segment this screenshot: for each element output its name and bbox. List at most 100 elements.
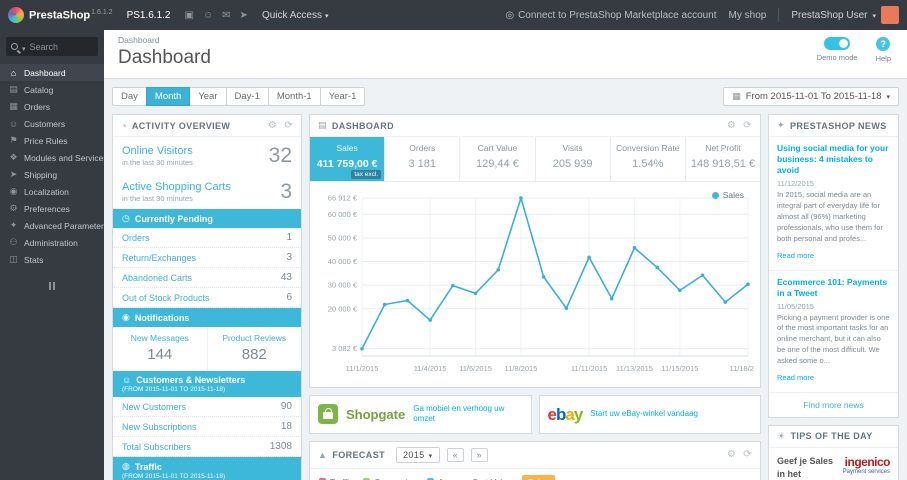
gear-icon[interactable] — [727, 120, 736, 131]
sidebar-item-localization[interactable]: ◉ Localization — [0, 183, 104, 200]
ebay-link[interactable]: Start uw eBay-winkel vandaag — [590, 409, 698, 419]
forecast-year-select[interactable]: 2015 — [396, 446, 440, 463]
chart-legend-sales[interactable]: Sales — [711, 190, 744, 200]
cart-icon[interactable]: ▣ — [184, 10, 193, 21]
sidebar-item-modules[interactable]: ❖ Modules and Services — [0, 149, 104, 166]
section-title: Traffic — [134, 461, 162, 472]
online-visitors-sub: in the last 30 minutes — [122, 158, 193, 167]
sidebar-item-stats[interactable]: ◫ Stats — [0, 251, 104, 268]
breadcrumb[interactable]: Dashboard — [118, 35, 893, 45]
sidebar-search[interactable] — [6, 37, 98, 56]
kpi-label: Cart Value — [477, 143, 518, 153]
kpi-sales[interactable]: Sales 411 759,00 € tax excl. — [310, 137, 386, 181]
quick-access-label: Quick Access — [261, 9, 322, 21]
sidebar-item-advanced-parameters[interactable]: ✦ Advanced Parameters — [0, 217, 104, 234]
sidebar-item-label: Preferences — [24, 203, 70, 214]
gear-icon[interactable] — [268, 120, 277, 131]
refresh-icon[interactable] — [743, 120, 752, 131]
sidebar-collapse-button[interactable] — [45, 282, 59, 290]
ebay-letter: e — [547, 404, 558, 424]
marketplace-link[interactable]: ◎ Connect to PrestaShop Marketplace acco… — [505, 10, 716, 21]
find-more-news-link[interactable]: Find more news — [769, 393, 898, 417]
news-item-title[interactable]: Ecommerce 101: Payments in a Tweet — [777, 277, 890, 299]
quick-access-menu[interactable]: Quick Access — [262, 10, 329, 21]
svg-text:11/6/2015: 11/6/2015 — [459, 364, 492, 373]
sidebar-item-catalog[interactable]: ▤ Catalog — [0, 81, 104, 98]
prestashop-logo-icon[interactable] — [8, 7, 24, 23]
kpi-orders[interactable]: Orders 3 181 — [385, 137, 461, 181]
svg-text:11/1/2015: 11/1/2015 — [346, 364, 379, 373]
rocket-icon[interactable]: ➤ — [240, 10, 248, 21]
abandoned-carts-link[interactable]: Abandoned Carts — [122, 273, 192, 283]
range-button-year[interactable]: Year — [189, 87, 227, 106]
range-button-month[interactable]: Month — [145, 87, 191, 106]
sidebar-item-dashboard[interactable]: ⌂ Dashboard — [0, 64, 104, 81]
kpi-net-profit[interactable]: Net Profit 148 918,51 € — [686, 137, 760, 181]
customers-icon: ☺ — [122, 375, 132, 385]
sidebar-item-label: Stats — [24, 254, 44, 265]
read-more-link[interactable]: Read more — [777, 373, 814, 382]
active-carts-link[interactable]: Active Shopping Carts — [122, 181, 231, 193]
news-item-excerpt: Picking a payment provider is one of the… — [777, 312, 890, 366]
search-input[interactable] — [29, 41, 86, 52]
sidebar-item-preferences[interactable]: ⚙ Preferences — [0, 200, 104, 217]
range-button-year-1[interactable]: Year-1 — [319, 87, 366, 106]
demo-mode-label: Demo mode — [816, 53, 858, 62]
shopgate-logo-icon — [318, 404, 338, 425]
customers-icon[interactable]: ☺ — [203, 10, 213, 21]
messages-icon[interactable]: ✉ — [222, 10, 230, 21]
news-item-title[interactable]: Using social media for your business: 4 … — [777, 143, 890, 176]
section-title: Currently Pending — [134, 213, 213, 224]
pending-orders-link[interactable]: Orders — [122, 233, 150, 243]
sidebar-item-shipping[interactable]: ➤ Shipping — [0, 166, 104, 183]
page-header: Dashboard Dashboard Demo mode ? Help — [104, 30, 907, 79]
forecast-legend: Traffic Conversion Average Cart Value Sa… — [310, 469, 760, 480]
out-of-stock-link[interactable]: Out of Stock Products — [122, 293, 210, 303]
svg-text:11/4/2015: 11/4/2015 — [414, 364, 447, 373]
refresh-icon[interactable] — [284, 120, 293, 131]
total-subscribers-link[interactable]: Total Subscribers — [122, 442, 191, 452]
range-button-month-1[interactable]: Month-1 — [267, 87, 321, 106]
range-button-day-1[interactable]: Day-1 — [225, 87, 269, 106]
user-menu[interactable]: PrestaShop User — [791, 6, 899, 24]
topbar-icons: ▣ ☺ ✉ ➤ — [184, 10, 247, 21]
toggle-switch-icon[interactable] — [824, 37, 851, 50]
news-item-excerpt: In 2015, social media are an integral pa… — [777, 190, 883, 243]
kpi-conversion-rate[interactable]: Conversion Rate 1.54% — [611, 137, 686, 181]
demo-mode-toggle[interactable]: Demo mode — [817, 37, 858, 63]
shopgate-module-panel: Shopgate Ga mobiel en verhoog uw omzet — [309, 395, 532, 434]
help-button[interactable]: ? Help — [876, 37, 891, 63]
shopgate-link[interactable]: Ga mobiel en verhoog uw omzet — [413, 404, 522, 425]
returns-link[interactable]: Return/Exchanges — [122, 253, 196, 263]
activity-overview-panel: ◔ ACTIVITY OVERVIEW Online Visitors in t… — [112, 114, 302, 480]
sidebar-item-orders[interactable]: ▦ Orders — [0, 98, 104, 115]
sidebar-item-administration[interactable]: ⚇ Administration — [0, 234, 104, 251]
sidebar-nav: ⌂ Dashboard ▤ Catalog ▦ Orders ☺ Customers ⚑… — [0, 64, 104, 268]
new-subscriptions-link[interactable]: New Subscriptions — [122, 422, 197, 432]
out-of-stock-value: 6 — [286, 292, 292, 303]
sidebar-item-customers[interactable]: ☺ Customers — [0, 115, 104, 132]
ingenico-logo[interactable]: ingenico Payment services — [843, 455, 891, 480]
sidebar-item-label: Shipping — [24, 169, 58, 180]
refresh-icon[interactable] — [743, 449, 752, 460]
next-year-button[interactable] — [470, 447, 488, 462]
forecast-legend-sales[interactable]: Sales — [521, 474, 555, 480]
chevron-down-icon[interactable] — [22, 38, 26, 56]
my-shop-link[interactable]: My shop — [729, 10, 767, 21]
online-visitors-link[interactable]: Online Visitors — [122, 145, 193, 157]
new-messages-link[interactable]: New Messages — [117, 333, 203, 343]
new-customers-link[interactable]: New Customers — [122, 402, 186, 412]
svg-text:11/13/2015: 11/13/2015 — [616, 364, 653, 373]
previous-year-button[interactable] — [446, 447, 464, 462]
product-reviews-link[interactable]: Product Reviews — [212, 333, 298, 343]
range-button-day[interactable]: Day — [112, 87, 147, 106]
read-more-link[interactable]: Read more — [777, 251, 814, 260]
kpi-visits[interactable]: Visits 205 939 — [536, 137, 611, 181]
gear-icon[interactable] — [727, 449, 736, 460]
sidebar-item-price-rules[interactable]: ⚑ Price Rules — [0, 132, 104, 149]
kpi-cart-value[interactable]: Cart Value 129,44 € — [460, 137, 536, 181]
page-title: Dashboard — [118, 47, 211, 68]
date-range-picker[interactable]: ▦ From 2015-11-01 To 2015-11-18 — [723, 87, 899, 106]
customers-newsletters-header: ☺ Customers & Newsletters (FROM 2015-11-0… — [113, 371, 301, 397]
abandoned-carts-value: 43 — [280, 272, 292, 283]
